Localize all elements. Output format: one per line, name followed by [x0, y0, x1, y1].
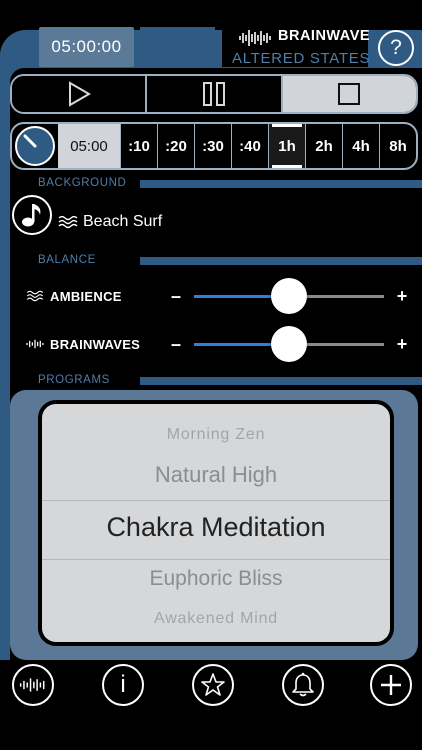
- brainwave-logo-icon: [239, 30, 271, 46]
- app-subtitle: ALTERED STATES: [232, 50, 371, 67]
- app-screen: 05:00:00 BRAINWAVE ALTERED STATES ? 05:0…: [0, 0, 422, 750]
- ambience-label: AMBIENCE: [50, 288, 122, 304]
- duration-option[interactable]: 4h: [342, 124, 379, 168]
- music-note-button[interactable]: [12, 195, 52, 235]
- info-icon: i: [120, 671, 126, 698]
- pause-icon: [202, 82, 225, 106]
- ambience-slider-thumb[interactable]: [271, 277, 307, 314]
- help-button[interactable]: ?: [378, 30, 414, 66]
- brainwaves-slider[interactable]: [194, 325, 384, 362]
- duration-option[interactable]: 8h: [379, 124, 416, 168]
- balance-section-label: BALANCE: [38, 254, 96, 266]
- duration-option[interactable]: :30: [194, 124, 231, 168]
- program-option[interactable]: Natural High: [42, 462, 390, 488]
- duration-option[interactable]: :10: [120, 124, 157, 168]
- brainwave-tab-button[interactable]: [12, 664, 54, 706]
- transport-controls: [10, 74, 418, 114]
- ambience-slider-row: AMBIENCE – +: [26, 277, 416, 314]
- stop-button[interactable]: [280, 76, 416, 112]
- section-divider: [140, 180, 422, 188]
- duration-option-selected[interactable]: 1h: [268, 124, 305, 168]
- program-option[interactable]: Euphoric Bliss: [42, 567, 390, 591]
- ambience-increase-button[interactable]: +: [392, 286, 412, 307]
- brainwaves-increase-button[interactable]: +: [392, 334, 412, 355]
- program-option-selected[interactable]: Chakra Meditation: [42, 512, 390, 543]
- program-picker[interactable]: Morning Zen Natural High Chakra Meditati…: [38, 400, 394, 646]
- pause-button[interactable]: [145, 76, 281, 112]
- section-divider: [140, 257, 422, 265]
- background-section-label: BACKGROUND: [38, 177, 127, 189]
- duration-option[interactable]: :20: [157, 124, 194, 168]
- brainwaves-decrease-button[interactable]: –: [166, 334, 186, 355]
- section-divider: [140, 377, 422, 385]
- star-icon: [201, 673, 225, 696]
- add-button[interactable]: [370, 664, 412, 706]
- duration-selector: 05:00 :10 :20 :30 :40 1h 2h 4h 8h: [10, 122, 418, 170]
- program-option[interactable]: Morning Zen: [42, 426, 390, 444]
- play-button[interactable]: [12, 76, 146, 112]
- brainwaves-label-group: BRAINWAVES: [26, 337, 166, 352]
- waves-icon: [26, 290, 44, 302]
- music-note-icon: [22, 204, 41, 227]
- brainwaves-slider-row: BRAINWAVES – +: [26, 325, 416, 362]
- background-sound[interactable]: Beach Surf: [58, 213, 162, 231]
- play-icon: [68, 81, 91, 107]
- brainwaves-slider-thumb[interactable]: [271, 325, 307, 362]
- duration-dial[interactable]: [12, 124, 58, 168]
- session-timer: 05:00:00: [39, 27, 134, 67]
- brainwaves-label: BRAINWAVES: [50, 336, 141, 352]
- info-button[interactable]: i: [102, 664, 144, 706]
- ambience-label-group: AMBIENCE: [26, 289, 166, 304]
- alarm-button[interactable]: [282, 664, 324, 706]
- favorites-button[interactable]: [192, 664, 234, 706]
- stop-icon: [338, 83, 361, 105]
- app-title: BRAINWAVE: [278, 28, 371, 44]
- waves-icon: [58, 215, 78, 229]
- ambience-decrease-button[interactable]: –: [166, 286, 186, 307]
- brainwave-icon: [26, 339, 44, 349]
- background-sound-name: Beach Surf: [83, 213, 163, 230]
- program-option[interactable]: Awakened Mind: [42, 610, 390, 628]
- plus-icon: [381, 675, 401, 695]
- ambience-slider[interactable]: [194, 277, 384, 314]
- programs-section-label: PROGRAMS: [38, 374, 110, 386]
- help-label: ?: [390, 36, 402, 59]
- bell-icon: [292, 672, 314, 697]
- duration-value[interactable]: 05:00: [58, 124, 120, 168]
- timer-dial-icon: [15, 126, 55, 166]
- duration-option[interactable]: 2h: [305, 124, 342, 168]
- duration-option[interactable]: :40: [231, 124, 268, 168]
- header-spacer: [140, 27, 215, 67]
- brainwave-icon: [19, 678, 45, 692]
